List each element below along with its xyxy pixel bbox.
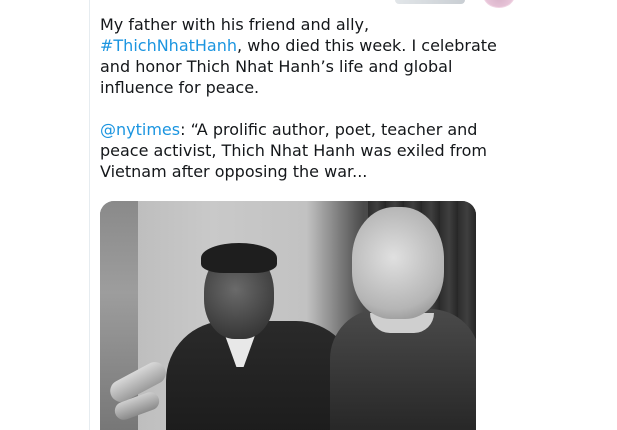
photo-person-right-head	[352, 207, 444, 319]
tweet-header-sliver	[335, 0, 485, 8]
tweet-text-start: My father with his friend and ally,	[100, 15, 370, 34]
tweet-photo[interactable]	[100, 201, 476, 430]
mention-link[interactable]: @nytimes	[100, 120, 180, 139]
tweet-text: My father with his friend and ally, #Thi…	[100, 14, 510, 203]
photo-person-left-hair	[201, 243, 277, 273]
right-margin	[534, 0, 617, 430]
tweet-paragraph-2: @nytimes: “A prolific author, poet, teac…	[100, 119, 510, 182]
handle-text-sliver	[395, 0, 465, 4]
photo-person-left-body	[166, 321, 356, 430]
left-margin	[0, 0, 89, 430]
tweet-paragraph-1: My father with his friend and ally, #Thi…	[100, 14, 510, 98]
hashtag-link[interactable]: #ThichNhatHanh	[100, 36, 237, 55]
